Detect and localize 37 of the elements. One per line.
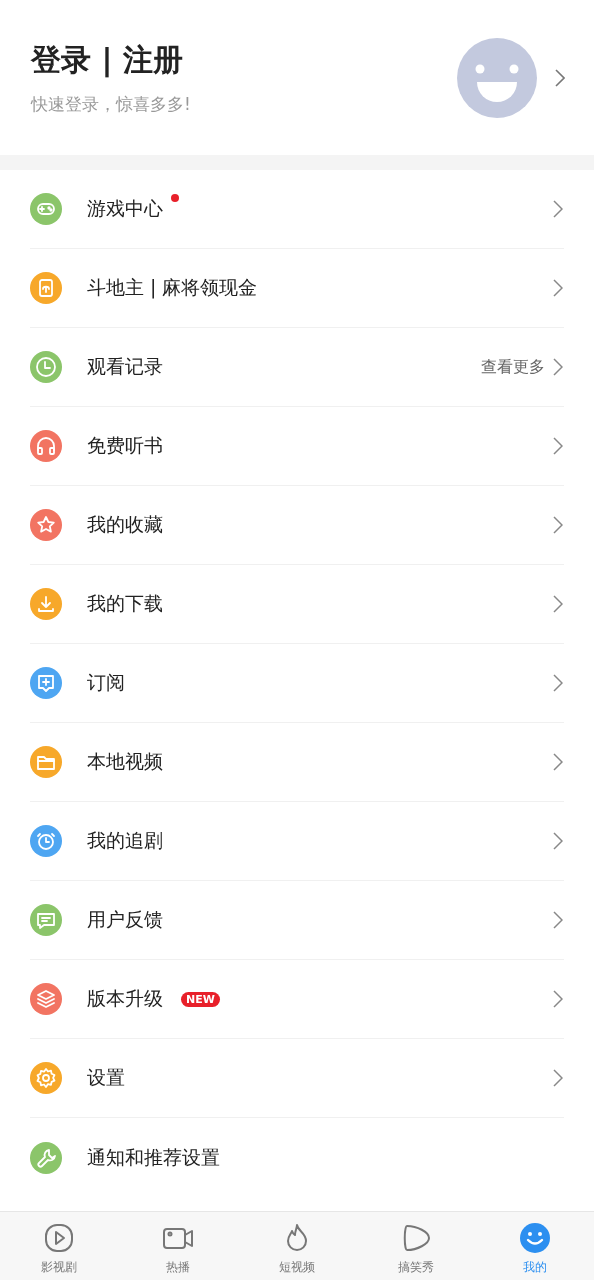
menu-label: 我的下载 [87,591,163,616]
menu-label: 本地视频 [87,749,163,774]
menu-item[interactable]: 用户反馈 [30,881,564,960]
tab-icon [518,1222,551,1254]
menu-item[interactable]: 我的追剧 [30,802,564,881]
menu-item[interactable]: 设置 [30,1039,564,1118]
login-subtitle: 快速登录，惊喜多多! [31,92,191,116]
menu-label: 用户反馈 [87,907,163,932]
tab[interactable]: 热播 [118,1212,238,1280]
tab-icon [43,1222,76,1254]
menu-label: 游戏中心 [87,196,163,221]
chevron-icon[interactable] [555,68,565,87]
menu-item[interactable]: 免费听书 [30,407,564,486]
tab[interactable]: 搞笑秀 [356,1212,476,1280]
menu-item[interactable]: 斗地主 | 麻将领现金 [30,249,564,328]
menu-label: 通知和推荐设置 [87,1144,220,1170]
menu-item[interactable]: 我的下载 [30,565,564,644]
menu-label: 订阅 [87,670,125,695]
menu-item[interactable]: 版本升级 NEW [30,960,564,1039]
menu-item[interactable]: 本地视频 [30,723,564,802]
menu-item[interactable]: 订阅 [30,644,564,723]
menu-item[interactable]: 游戏中心 [30,170,564,249]
menu-item[interactable]: 观看记录 查看更多 [30,328,564,407]
see-more-text: 查看更多 [481,356,545,378]
menu-label: 免费听书 [87,433,163,458]
tab[interactable]: 短视频 [237,1212,357,1280]
login-register-link[interactable]: 登录 | 注册 [31,39,183,81]
menu-label: 设置 [87,1065,125,1090]
new-badge: NEW [181,991,220,1007]
tab[interactable]: 影视剧 [0,1212,119,1280]
menu-item[interactable]: 我的收藏 [30,486,564,565]
menu-label: 我的追剧 [87,828,163,853]
menu-label: 我的收藏 [87,512,163,537]
menu-item[interactable]: 通知和推荐设置 [30,1118,564,1197]
menu-label: 斗地主 | 麻将领现金 [87,275,258,301]
menu-label: 观看记录 [87,354,163,379]
menu-label: 版本升级 [87,986,163,1011]
